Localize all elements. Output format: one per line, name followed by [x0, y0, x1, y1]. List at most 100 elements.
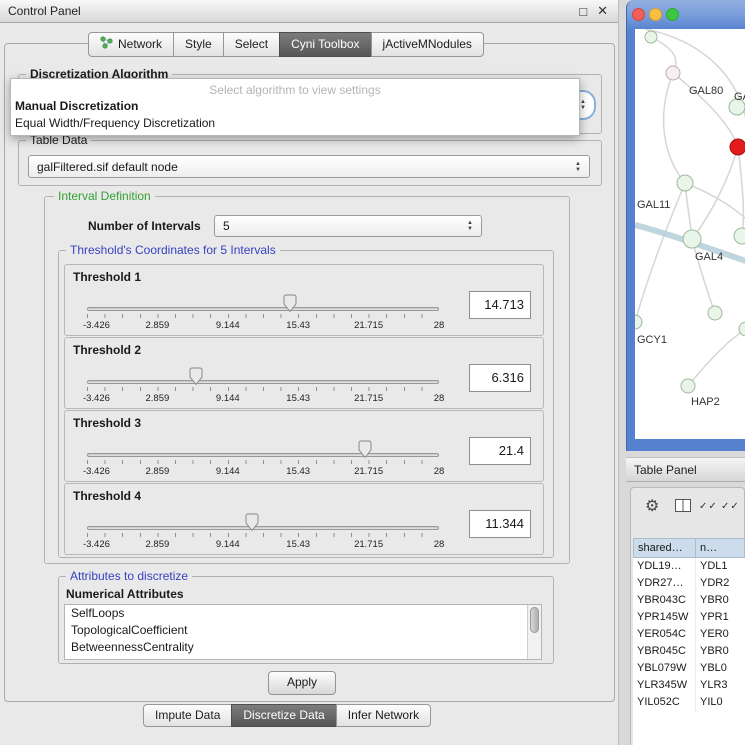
tick-label: 28 [434, 320, 445, 331]
threshold-3-value[interactable]: 21.4 [469, 437, 531, 465]
node-label-gal80[interactable]: GAL80 [689, 85, 723, 97]
select-checks-icon[interactable]: ✓✓ [699, 501, 718, 512]
gear-icon[interactable]: ⚙ [645, 496, 659, 516]
control-panel-window: Control Panel □ ✕ Network Style Select C… [0, 0, 619, 745]
slider-thumb[interactable] [283, 294, 297, 313]
table-row[interactable]: YPR145WYPR1 [633, 609, 745, 626]
tab-network[interactable]: Network [88, 32, 174, 57]
table-row[interactable]: YBL079WYBL0 [633, 660, 745, 677]
tab-select[interactable]: Select [223, 32, 280, 57]
control-panel-titlebar: Control Panel □ ✕ [0, 0, 618, 23]
slider-thumb[interactable] [189, 367, 203, 386]
close-traffic-light-icon[interactable] [632, 8, 645, 21]
threshold-4-slider[interactable]: -3.426 2.859 9.144 15.43 21.715 28 [87, 510, 439, 552]
slider-ticks [87, 460, 439, 464]
tick-label: 2.859 [146, 539, 170, 550]
tick-label: 9.144 [216, 393, 240, 404]
tick-label: 2.859 [146, 466, 170, 477]
node-label-gcy1[interactable]: GCY1 [637, 334, 667, 346]
table-row[interactable]: YDL19…YDL1 [633, 558, 745, 575]
threshold-3-group: Threshold 3 -3.426 2.859 9.144 15.43 21.… [64, 410, 544, 482]
table-data-value: galFiltered.sif default node [37, 156, 178, 177]
zoom-traffic-light-icon[interactable] [666, 8, 679, 21]
dropdown-item-equal-width-frequency[interactable]: Equal Width/Frequency Discretization [11, 114, 579, 131]
minimize-traffic-light-icon[interactable] [649, 8, 662, 21]
node-label-gal4[interactable]: GAL4 [695, 251, 723, 263]
list-scrollbar[interactable] [527, 605, 541, 659]
table-row[interactable]: YDR27…YDR2 [633, 575, 745, 592]
column-header-name[interactable]: n… [696, 538, 745, 558]
algorithm-dropdown-popup: Select algorithm to view settings Manual… [10, 78, 580, 136]
tick-label: 15.43 [286, 466, 310, 477]
tick-label: 15.43 [286, 539, 310, 550]
tick-label: 2.859 [146, 320, 170, 331]
node-label-hap2[interactable]: HAP2 [691, 396, 720, 408]
tick-label: 9.144 [216, 466, 240, 477]
table-row[interactable]: YER054CYER0 [633, 626, 745, 643]
tab-style[interactable]: Style [173, 32, 224, 57]
table-row[interactable]: YLR345WYLR3 [633, 677, 745, 694]
tab-discretize-data[interactable]: Discretize Data [231, 704, 336, 727]
tick-label: 28 [434, 539, 445, 550]
close-icon[interactable]: ✕ [597, 3, 608, 19]
slider-track[interactable] [87, 526, 439, 530]
list-item[interactable]: TopologicalCoefficient [65, 622, 541, 639]
tick-label: 28 [434, 466, 445, 477]
tick-label: -3.426 [83, 393, 110, 404]
table-panel-header[interactable]: Table Panel [626, 457, 745, 482]
table-row[interactable]: YBR045CYBR0 [633, 643, 745, 660]
tab-jactivemnodules[interactable]: jActiveMNodules [371, 32, 484, 57]
threshold-1-value[interactable]: 14.713 [469, 291, 531, 319]
slider-track[interactable] [87, 453, 439, 457]
slider-thumb[interactable] [358, 440, 372, 459]
node-label-ga[interactable]: GA [734, 91, 745, 103]
number-of-intervals-select[interactable]: 5 ▲ ▼ [214, 215, 482, 237]
interval-definition-label: Interval Definition [54, 189, 155, 203]
tick-label: 15.43 [286, 320, 310, 331]
tick-label: 28 [434, 393, 445, 404]
table-row[interactable]: YIL052CYIL0 [633, 694, 745, 711]
threshold-4-value[interactable]: 11.344 [469, 510, 531, 538]
scrollbar-thumb[interactable] [530, 607, 539, 633]
tick-label: 21.715 [354, 539, 383, 550]
slider-ticks [87, 387, 439, 391]
table-header-row: shared… n… [633, 538, 745, 558]
threshold-2-value[interactable]: 6.316 [469, 364, 531, 392]
threshold-1-label: Threshold 1 [73, 270, 141, 284]
minimize-icon[interactable]: □ [579, 4, 587, 19]
tab-infer-network[interactable]: Infer Network [336, 704, 431, 727]
columns-icon[interactable] [675, 499, 691, 517]
network-view-window: GAL80 GA GAL11 GAL4 GCY1 HAP2 [626, 0, 745, 451]
slider-thumb[interactable] [245, 513, 259, 532]
numerical-attributes-list: SelfLoops TopologicalCoefficient Between… [64, 604, 542, 660]
threshold-3-slider[interactable]: -3.426 2.859 9.144 15.43 21.715 28 [87, 437, 439, 479]
tick-label: -3.426 [83, 539, 110, 550]
slider-track[interactable] [87, 307, 439, 311]
list-item[interactable]: BetweennessCentrality [65, 639, 541, 656]
node-label-gal11[interactable]: GAL11 [637, 199, 670, 211]
dropdown-placeholder: Select algorithm to view settings [11, 79, 579, 97]
list-item[interactable]: SelfLoops [65, 605, 541, 622]
column-header-shared[interactable]: shared… [633, 538, 696, 558]
table-toolbar: ⚙ ✓✓ ✓✓ [631, 488, 744, 528]
threshold-2-label: Threshold 2 [73, 343, 141, 357]
number-of-intervals-label: Number of Intervals [84, 219, 205, 233]
network-canvas[interactable]: GAL80 GA GAL11 GAL4 GCY1 HAP2 [635, 29, 745, 439]
apply-button[interactable]: Apply [268, 671, 336, 695]
tick-label: 15.43 [286, 393, 310, 404]
threshold-3-label: Threshold 3 [73, 416, 141, 430]
threshold-1-slider[interactable]: -3.426 2.859 9.144 15.43 21.715 28 [87, 291, 439, 333]
slider-track[interactable] [87, 380, 439, 384]
threshold-4-group: Threshold 4 -3.426 2.859 9.144 15.43 21.… [64, 483, 544, 555]
tab-impute-data[interactable]: Impute Data [143, 704, 232, 727]
slider-ticks [87, 314, 439, 318]
select-checks-icon[interactable]: ✓✓ [721, 501, 740, 512]
table-data-select[interactable]: galFiltered.sif default node ▲ ▼ [28, 155, 590, 178]
window-title: Control Panel [8, 0, 81, 22]
dropdown-item-manual-discretization[interactable]: Manual Discretization [11, 97, 579, 114]
spinner-down-icon: ▼ [575, 167, 581, 173]
table-row[interactable]: YBR043CYBR0 [633, 592, 745, 609]
tick-label: 21.715 [354, 466, 383, 477]
tab-cyni-toolbox[interactable]: Cyni Toolbox [279, 32, 371, 57]
threshold-2-slider[interactable]: -3.426 2.859 9.144 15.43 21.715 28 [87, 364, 439, 406]
